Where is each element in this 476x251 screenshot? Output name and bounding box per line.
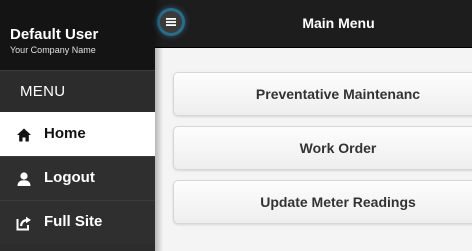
button-label: Update Meter Readings <box>260 194 416 210</box>
button-label: Work Order <box>299 140 377 156</box>
button-label: Preventative Maintenanc <box>255 86 421 102</box>
preventative-maintenance-button[interactable]: Preventative Maintenanc <box>173 72 476 116</box>
user-name: Default User <box>10 26 99 43</box>
update-meter-readings-button[interactable]: Update Meter Readings <box>173 180 476 224</box>
menu-header: MENU <box>0 70 155 113</box>
home-icon <box>17 128 31 142</box>
sidebar-item-label: Home <box>44 125 86 142</box>
sidebar-item-logout[interactable]: Logout <box>0 156 155 200</box>
menu-list: Preventative Maintenanc Work Order Updat… <box>155 47 476 251</box>
work-order-button[interactable]: Work Order <box>173 126 476 170</box>
user-icon <box>17 172 31 186</box>
external-link-icon <box>16 216 31 231</box>
sidebar-item-full-site[interactable]: Full Site <box>0 200 155 244</box>
top-bar: Main Menu <box>155 0 476 48</box>
sidebar-panel: Default User Your Company Name MENU Home… <box>0 0 155 251</box>
menu-header-label: MENU <box>20 83 66 100</box>
sidebar-item-label: Full Site <box>44 213 103 230</box>
window-edge <box>472 0 476 251</box>
sidebar-item-label: Logout <box>44 169 95 186</box>
company-name: Your Company Name <box>10 45 96 55</box>
main-content: Main Menu Preventative Maintenanc Work O… <box>155 0 476 251</box>
sidebar-item-home[interactable]: Home <box>0 112 155 156</box>
app: Default User Your Company Name MENU Home… <box>0 0 476 251</box>
page-title: Main Menu <box>302 15 375 31</box>
user-info: Default User Your Company Name <box>0 0 155 70</box>
